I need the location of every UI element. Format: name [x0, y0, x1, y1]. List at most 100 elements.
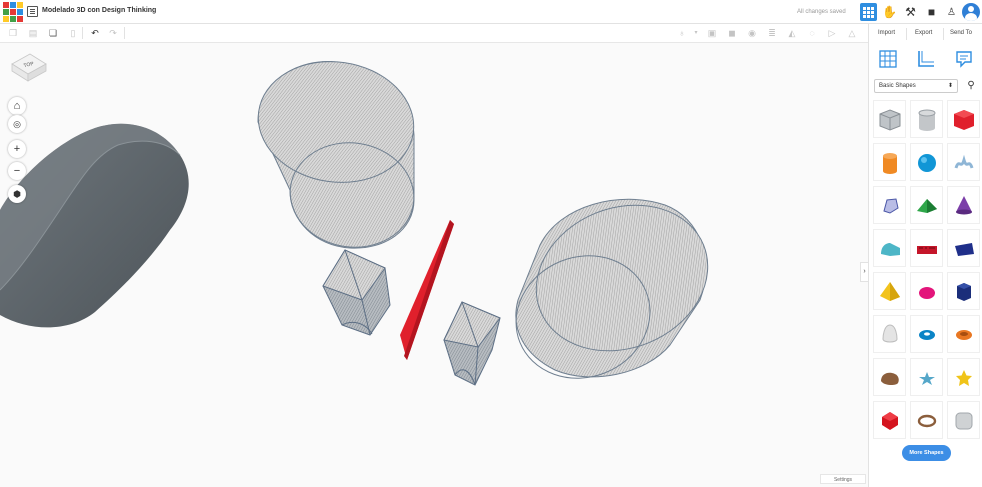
shape-tile-pyramid[interactable]: [873, 272, 906, 310]
plus-icon: +: [13, 143, 21, 155]
import-button[interactable]: Import: [878, 30, 895, 36]
chevron-down-icon[interactable]: ▾: [690, 27, 702, 39]
notes-icon[interactable]: [953, 50, 975, 72]
minus-icon: −: [13, 165, 21, 177]
workplane-grid-icon[interactable]: [877, 50, 899, 72]
shape-tile-sphere[interactable]: [910, 143, 943, 181]
flip-icon[interactable]: ◌: [806, 27, 818, 39]
add-user-icon: ♙: [947, 6, 956, 18]
settings-button[interactable]: Settings: [820, 474, 866, 484]
3d-design-view-button[interactable]: [860, 3, 877, 21]
tinkercad-logo[interactable]: [3, 2, 23, 22]
view-cube[interactable]: TOP: [8, 48, 48, 86]
delete-icon[interactable]: ▯: [67, 27, 79, 39]
prism-hole-right[interactable]: [443, 301, 501, 386]
redo-icon[interactable]: ↷: [107, 27, 119, 39]
shape-tile-cylinder-striped[interactable]: [910, 100, 943, 138]
shape-tile-star[interactable]: [947, 358, 980, 396]
shape-tile-hexagonal-prism[interactable]: [947, 272, 980, 310]
shape-tile-ring[interactable]: [910, 401, 943, 439]
top-bar: Modelado 3D con Design Thinking All chan…: [0, 0, 982, 24]
design-menu-icon[interactable]: [27, 6, 38, 17]
perspective-button[interactable]: ⬢: [8, 185, 26, 203]
duplicate-icon[interactable]: ❏: [47, 27, 59, 39]
hexagonal-prism-icon: [956, 283, 971, 301]
dark-rounded-box[interactable]: [0, 123, 189, 328]
mirror-icon[interactable]: ◭: [786, 27, 798, 39]
group-icon[interactable]: ▣: [706, 27, 718, 39]
save-status: All changes saved: [797, 9, 846, 15]
shape-tile-box[interactable]: [947, 100, 980, 138]
shape-tile-half-sphere[interactable]: [947, 229, 980, 267]
scene-canvas[interactable]: [0, 43, 868, 487]
shape-tile-box-striped[interactable]: [873, 100, 906, 138]
align-icon[interactable]: ≣: [766, 27, 778, 39]
show-icon[interactable]: ▷: [826, 27, 838, 39]
ungroup-icon[interactable]: ◼: [726, 27, 738, 39]
copy-icon[interactable]: ❐: [7, 27, 19, 39]
blocks-hand-button[interactable]: ✋: [881, 3, 898, 21]
shape-tile-rock[interactable]: [873, 358, 906, 396]
hand-icon: ✋: [882, 5, 897, 19]
shape-tile-egg[interactable]: [873, 315, 906, 353]
workplane-viewport[interactable]: [0, 43, 868, 487]
more-shapes-button[interactable]: More Shapes: [902, 445, 951, 461]
hide-icon[interactable]: ◉: [746, 27, 758, 39]
polygon-icon: [882, 198, 899, 214]
shape-category-select[interactable]: Basic Shapes ⬍: [874, 79, 958, 93]
shape-tile-round-roof[interactable]: [873, 229, 906, 267]
shape-tile-roof[interactable]: [910, 186, 943, 224]
home-view-button[interactable]: ⌂: [8, 97, 26, 115]
sim-lab-button[interactable]: ⚒: [902, 3, 919, 21]
round-roof-icon: [880, 243, 900, 256]
shape-tile-polygon[interactable]: [873, 186, 906, 224]
roof-icon: [916, 199, 937, 213]
home-icon: ⌂: [13, 100, 21, 112]
export-button[interactable]: Export: [915, 30, 932, 36]
cube-icon: ⬢: [13, 189, 21, 199]
collaborate-button[interactable]: ♙: [943, 3, 960, 21]
shapes-panel: Import Export Send To Basic Shapes ⬍ ⚲ M…: [868, 24, 982, 487]
ruler-icon[interactable]: [915, 50, 937, 72]
shape-tile-cone[interactable]: [947, 186, 980, 224]
rock-icon: [880, 372, 899, 386]
box-icon: [953, 110, 974, 130]
pyramid-icon: [879, 282, 900, 301]
panel-collapse-handle[interactable]: ›: [860, 262, 868, 282]
user-avatar[interactable]: [962, 3, 980, 21]
shape-tile-cylinder[interactable]: [873, 143, 906, 181]
shape-tile-icosahedron[interactable]: [873, 401, 906, 439]
undo-icon[interactable]: ↶: [89, 27, 101, 39]
shape-tile-tube[interactable]: [947, 315, 980, 353]
shape-tile-paraboloid[interactable]: [910, 272, 943, 310]
grid-icon: [863, 6, 874, 18]
half-sphere-icon: [954, 243, 974, 256]
icosahedron-icon: [881, 412, 898, 430]
shape-tile-round-box[interactable]: [947, 401, 980, 439]
cylinder-striped-icon: [918, 109, 935, 131]
search-icon[interactable]: ⚲: [964, 79, 978, 93]
lessons-button[interactable]: ■: [923, 3, 940, 21]
shape-tile-torus[interactable]: [910, 315, 943, 353]
zoom-out-button[interactable]: −: [8, 162, 26, 180]
shape-tile-text[interactable]: [910, 229, 943, 267]
round-box-icon: [955, 412, 972, 430]
cylinder-hole-right[interactable]: [497, 180, 729, 398]
briefcase-icon: ■: [927, 5, 936, 19]
fit-icon: ◎: [13, 119, 21, 129]
design-title[interactable]: Modelado 3D con Design Thinking: [42, 7, 156, 14]
send-to-button[interactable]: Send To: [950, 30, 972, 36]
edit-toolbar: ❐ ▤ ❏ ▯ ↶ ↷ ♁ ▾ ▣ ◼ ◉ ≣ ◭ ◌ ▷ △: [0, 24, 868, 43]
paste-icon[interactable]: ▤: [27, 27, 39, 39]
torus-icon: [918, 330, 935, 340]
shape-tile-starfish[interactable]: [910, 358, 943, 396]
starfish-icon: [918, 372, 935, 385]
fit-view-button[interactable]: ◎: [8, 115, 26, 133]
light-bulb-icon[interactable]: ♁: [676, 27, 688, 39]
cylinder-hole-top[interactable]: [250, 52, 421, 255]
prism-hole-left[interactable]: [322, 249, 391, 336]
cylinder-icon: [882, 153, 897, 174]
warning-icon[interactable]: △: [846, 27, 858, 39]
zoom-in-button[interactable]: +: [8, 140, 26, 158]
shape-tile-scribble[interactable]: [947, 143, 980, 181]
